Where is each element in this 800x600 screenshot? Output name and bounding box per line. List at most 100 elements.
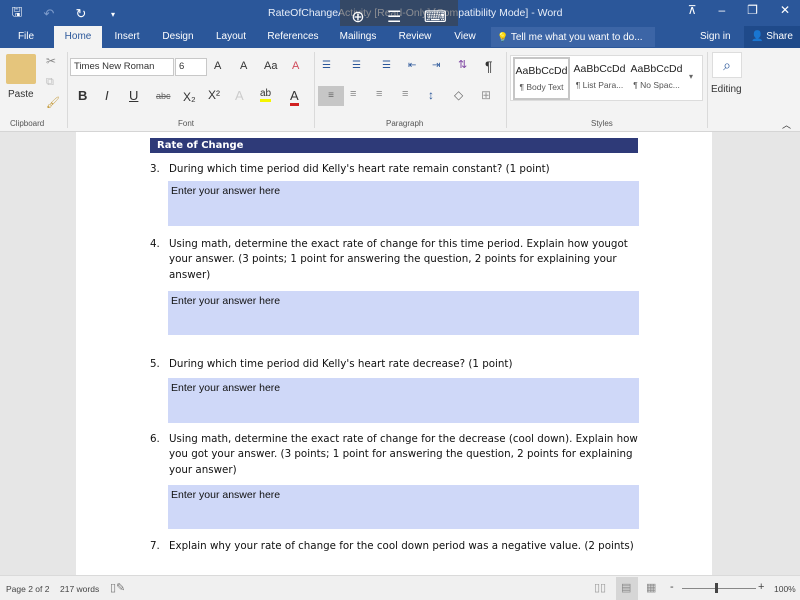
question-number: 5. bbox=[150, 358, 160, 370]
style-body-text[interactable]: AaBbCcDd ¶ Body Text bbox=[513, 57, 570, 100]
zoom-level[interactable]: 100% bbox=[774, 584, 796, 594]
style-sample: AaBbCcDd bbox=[573, 63, 626, 75]
borders-button[interactable]: ⊞ bbox=[481, 88, 491, 102]
sign-in-link[interactable]: Sign in bbox=[700, 26, 731, 48]
zoom-in-button[interactable]: + bbox=[758, 581, 764, 593]
sort-button[interactable]: ⇅ bbox=[458, 58, 467, 71]
tab-design[interactable]: Design bbox=[157, 26, 199, 48]
strikethrough-button[interactable]: abc bbox=[156, 91, 171, 101]
keyboard-icon[interactable]: ⌨ bbox=[424, 7, 447, 27]
numbering-button[interactable]: ☰ bbox=[352, 60, 361, 71]
collapse-ribbon-chevron-icon[interactable]: ︿ bbox=[782, 118, 791, 131]
tell-me-search[interactable]: 💡 Tell me what you want to do... bbox=[491, 27, 655, 47]
italic-button[interactable]: I bbox=[105, 88, 109, 103]
save-icon[interactable]: 🖫 bbox=[8, 3, 26, 25]
proofing-icon[interactable]: ▯✎ bbox=[110, 581, 125, 594]
read-mode-icon[interactable]: ▯▯ bbox=[594, 581, 606, 594]
decrease-indent-button[interactable]: ⇤ bbox=[408, 60, 416, 71]
page-count[interactable]: Page 2 of 2 bbox=[6, 584, 49, 594]
divider bbox=[707, 52, 708, 128]
highlight-color-button[interactable]: ab bbox=[260, 88, 272, 102]
style-no-spacing[interactable]: AaBbCcDd ¶ No Spac... bbox=[628, 57, 685, 100]
align-right-button[interactable]: ≡ bbox=[376, 88, 382, 100]
minimize-button[interactable]: – bbox=[718, 3, 725, 17]
tab-home[interactable]: Home bbox=[54, 26, 102, 48]
bullets-button[interactable]: ☰ bbox=[322, 60, 331, 71]
tab-layout[interactable]: Layout bbox=[210, 26, 252, 48]
share-button[interactable]: 👤 Share bbox=[744, 26, 800, 48]
clear-formatting-button[interactable]: A bbox=[292, 60, 299, 72]
question-6: 6. Using math, determine the exact rate … bbox=[150, 432, 640, 478]
style-list-paragraph[interactable]: AaBbCcDd ¶ List Para... bbox=[571, 57, 628, 100]
shrink-font-button[interactable]: A bbox=[240, 60, 247, 72]
question-text: Using math, determine the exact rate of … bbox=[169, 238, 628, 281]
editing-search-icon[interactable]: ⌕ bbox=[712, 52, 742, 78]
align-left-button[interactable]: ≡ bbox=[318, 86, 344, 106]
superscript-button[interactable]: X² bbox=[208, 88, 220, 102]
ribbon-display-options-icon[interactable]: ⊼ bbox=[688, 3, 697, 17]
answer-field-4[interactable]: Enter your answer here bbox=[168, 291, 639, 335]
question-5: 5. During which time period did Kelly's … bbox=[150, 357, 640, 372]
increase-indent-button[interactable]: ⇥ bbox=[432, 60, 440, 71]
tab-file[interactable]: File bbox=[8, 26, 44, 48]
subscript-button[interactable]: X₂ bbox=[183, 90, 196, 104]
undo-icon[interactable]: ↶ bbox=[40, 6, 58, 22]
zoom-slider[interactable] bbox=[682, 588, 756, 589]
multilevel-list-button[interactable]: ☰ bbox=[382, 60, 391, 71]
cut-icon[interactable]: ✂ bbox=[46, 54, 56, 68]
style-name: ¶ Body Text bbox=[519, 82, 564, 92]
justify-button[interactable]: ≡ bbox=[402, 88, 408, 100]
tab-insert[interactable]: Insert bbox=[108, 26, 146, 48]
zoom-in-icon[interactable]: ⊕ bbox=[351, 7, 364, 27]
menu-icon[interactable]: ☰ bbox=[387, 7, 401, 27]
redo-icon[interactable]: ↻ bbox=[72, 6, 90, 22]
answer-field-6[interactable]: Enter your answer here bbox=[168, 485, 639, 529]
word-count[interactable]: 217 words bbox=[60, 584, 99, 594]
editing-button[interactable]: Editing bbox=[711, 84, 742, 95]
customize-qat-icon[interactable]: ▾ bbox=[104, 10, 122, 19]
section-header: Rate of Change bbox=[150, 138, 638, 153]
font-name-dropdown[interactable]: Times New Roman bbox=[70, 58, 174, 76]
question-3: 3. During which time period did Kelly's … bbox=[150, 162, 640, 177]
text-effects-button[interactable]: A bbox=[235, 88, 244, 103]
font-size-dropdown[interactable]: 6 bbox=[175, 58, 207, 76]
zoom-out-button[interactable]: - bbox=[670, 581, 674, 593]
quick-access-toolbar: 🖫 ↶ ↻ ▾ bbox=[8, 3, 122, 25]
close-button[interactable]: ✕ bbox=[780, 3, 790, 17]
tab-view[interactable]: View bbox=[448, 26, 482, 48]
change-case-button[interactable]: Aa bbox=[264, 60, 277, 72]
person-add-icon: 👤 bbox=[751, 31, 764, 42]
divider bbox=[314, 52, 315, 128]
question-text: Using math, determine the exact rate of … bbox=[169, 433, 638, 476]
question-text: During which time period did Kelly's hea… bbox=[169, 163, 550, 175]
zoom-slider-thumb[interactable] bbox=[715, 583, 718, 593]
clipboard-group-label: Clipboard bbox=[10, 119, 45, 128]
paragraph-group-label: Paragraph bbox=[386, 119, 424, 128]
answer-field-3[interactable]: Enter your answer here bbox=[168, 181, 639, 226]
question-number: 7. bbox=[150, 540, 160, 552]
grow-font-button[interactable]: A bbox=[214, 60, 221, 72]
tab-mailings[interactable]: Mailings bbox=[334, 26, 382, 48]
tab-review[interactable]: Review bbox=[393, 26, 437, 48]
web-layout-icon[interactable]: ▦ bbox=[646, 581, 656, 594]
bold-button[interactable]: B bbox=[78, 88, 87, 103]
line-spacing-button[interactable]: ↕ bbox=[428, 88, 434, 102]
show-formatting-button[interactable]: ¶ bbox=[485, 58, 493, 74]
paste-button[interactable]: Paste bbox=[8, 89, 34, 100]
styles-more-chevron-icon[interactable]: ▾ bbox=[689, 72, 693, 81]
lightbulb-icon: 💡 bbox=[497, 32, 509, 42]
paste-clipboard-icon[interactable] bbox=[6, 54, 36, 84]
copy-icon[interactable]: ⧉ bbox=[46, 76, 54, 89]
document-page[interactable]: Rate of Change 3. During which time peri… bbox=[76, 132, 712, 575]
answer-field-5[interactable]: Enter your answer here bbox=[168, 378, 639, 423]
question-number: 3. bbox=[150, 163, 160, 175]
align-center-button[interactable]: ≡ bbox=[350, 88, 356, 100]
style-name: ¶ No Spac... bbox=[633, 80, 680, 90]
restore-button[interactable]: ❐ bbox=[747, 3, 758, 17]
underline-button[interactable]: U bbox=[129, 88, 138, 103]
style-sample: AaBbCcDd bbox=[630, 63, 683, 75]
shading-button[interactable]: ◇ bbox=[454, 88, 463, 102]
format-painter-icon[interactable]: 🖌 bbox=[46, 96, 60, 109]
tab-references[interactable]: References bbox=[263, 26, 323, 48]
font-color-button[interactable]: A bbox=[290, 88, 299, 106]
